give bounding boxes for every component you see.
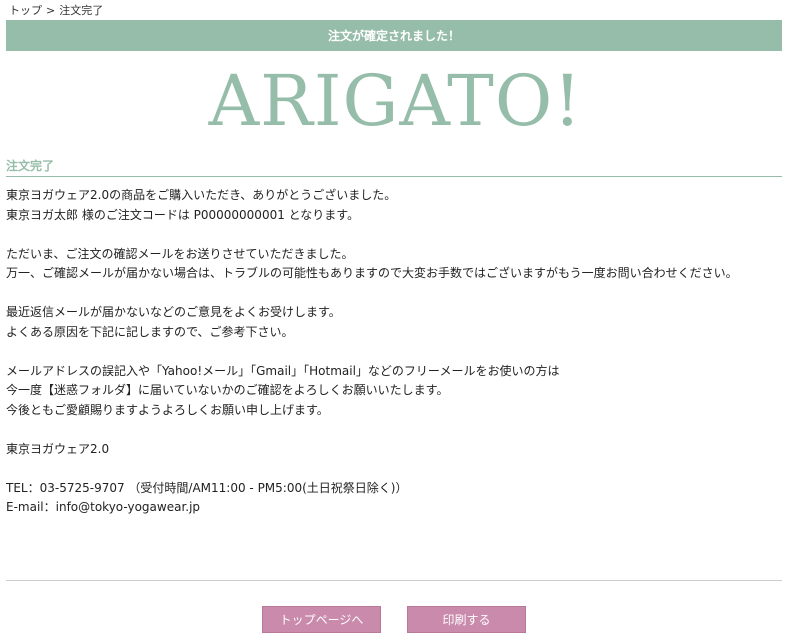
banner-text: 注文が確定されました！	[327, 29, 460, 43]
print-button[interactable]: 印刷する	[407, 606, 526, 633]
message-line: 今一度【迷惑フォルダ】に届いていないかのご確認をよろしくお願いいたします。	[6, 383, 449, 397]
breadcrumb-home-link[interactable]: トップ	[9, 4, 42, 17]
message-line: 万一、ご確認メールが届かない場合は、トラブルの可能性もありますので大変お手数では…	[6, 266, 738, 280]
message-line: よくある原因を下記に記しますので、ご参考下さい。	[6, 324, 294, 339]
breadcrumb-separator: >	[46, 4, 56, 17]
shop-name: 東京ヨガウェア2.0	[6, 441, 110, 456]
message-line: 東京ヨガウェア2.0の商品をご購入いただき、ありがとうございました。	[6, 188, 397, 202]
message-line: ただいま、ご注文の確認メールをお送りさせていただきました。	[6, 246, 354, 261]
message-gap	[6, 225, 782, 245]
message-gap	[6, 284, 782, 304]
order-confirmed-banner: 注文が確定されました！	[6, 20, 782, 51]
arigato-hero-text: ARIGATO!	[208, 60, 583, 142]
message-line: 最近返信メールが届かないなどのご意見をよくお受けします。	[6, 305, 341, 319]
footer-divider	[6, 580, 782, 581]
contact-tel: TEL：03-5725-9707 （受付時間/AM11:00 - PM5:00(…	[6, 480, 408, 495]
order-complete-message: 東京ヨガウェア2.0の商品をご購入いただき、ありがとうございました。 東京ヨガ太…	[6, 186, 782, 518]
message-line: 今後ともご愛顧賜りますようよろしくお願い申し上げます。	[6, 402, 329, 417]
message-line: 東京ヨガ太郎 様のご注文コードは P00000000001 となります。	[6, 207, 360, 222]
breadcrumb: トップ > 注文完了	[9, 4, 103, 18]
message-line: メールアドレスの誤記入や「Yahoo!メール」「Gmail」「Hotmail」な…	[6, 363, 560, 378]
breadcrumb-current: 注文完了	[59, 4, 104, 17]
top-page-button[interactable]: トップページへ	[262, 606, 381, 633]
message-gap	[6, 459, 782, 479]
message-gap	[6, 420, 782, 440]
section-title: 注文完了	[6, 158, 782, 177]
contact-email: E-mail：info@tokyo-yogawear.jp	[6, 500, 201, 514]
message-gap	[6, 342, 782, 362]
